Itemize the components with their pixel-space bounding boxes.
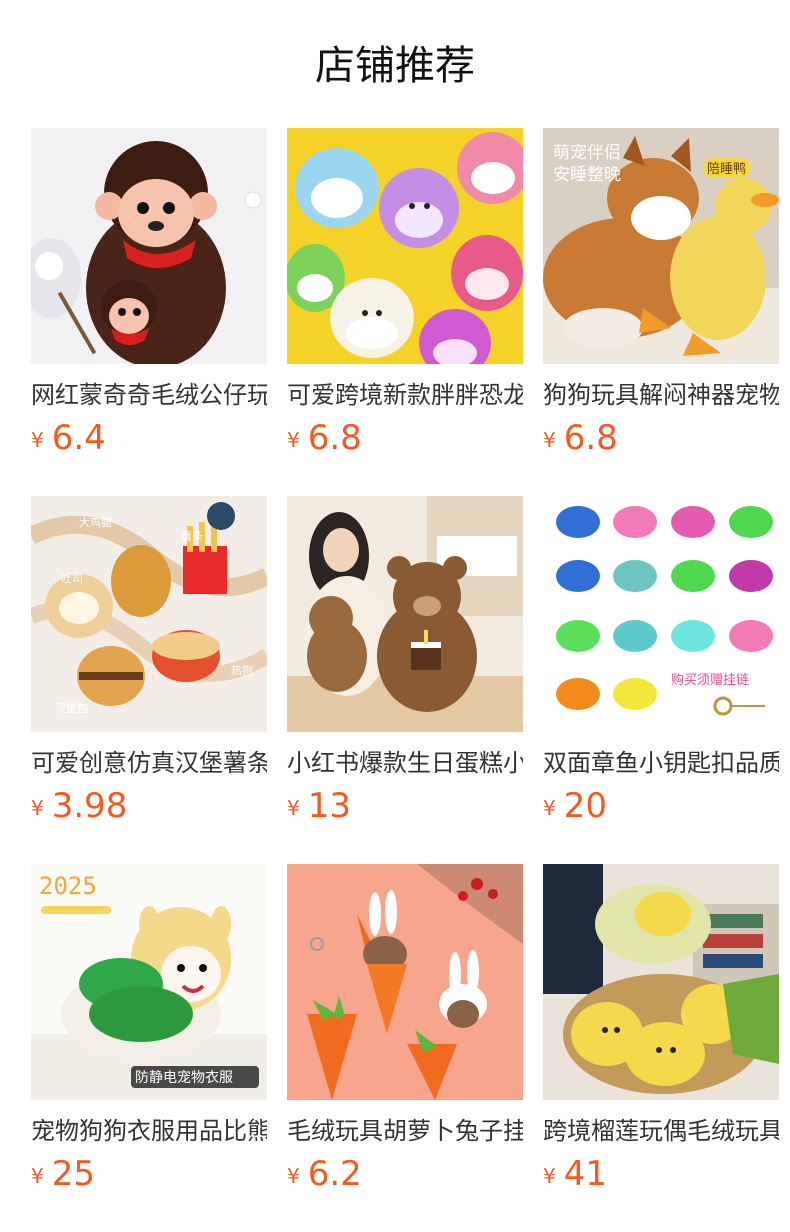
pet-clothes-image[interactable]: 2025 防静电宠物衣服 [31, 864, 267, 1100]
product-card[interactable]: 购买须赠挂链 双面章鱼小钥匙扣品质挂件 ¥20 [543, 496, 779, 836]
product-card[interactable]: 网红蒙奇奇毛绒公仔玩具 ¥6.4 [31, 128, 267, 468]
product-price: ¥20 [543, 784, 607, 828]
svg-text:吐司: 吐司 [61, 572, 83, 585]
currency-symbol: ¥ [287, 1164, 300, 1188]
price-value: 6.4 [51, 418, 106, 458]
product-card[interactable]: 萌宠伴侣 安睡整晚 陪睡鸭 狗狗玩具解闷神器宠物鸭子 ¥6.8 [543, 128, 779, 468]
svg-text:热狗: 热狗 [231, 664, 253, 677]
price-value: 13 [307, 786, 351, 826]
price-value: 6.2 [307, 1154, 362, 1194]
product-name[interactable]: 可爱创意仿真汉堡薯条挂件 [31, 746, 267, 780]
product-name[interactable]: 毛绒玩具胡萝卜兔子挂件 [287, 1114, 523, 1148]
product-card[interactable]: 小红书爆款生日蛋糕小熊公仔 ¥13 [287, 496, 523, 836]
currency-symbol: ¥ [543, 796, 556, 820]
product-price: ¥6.8 [543, 416, 618, 460]
svg-text:防静电宠物衣服: 防静电宠物衣服 [135, 1070, 233, 1086]
section-title: 店铺推荐 [315, 43, 475, 89]
currency-symbol: ¥ [543, 428, 556, 452]
product-name[interactable]: 宠物狗狗衣服用品比熊泰迪 [31, 1114, 267, 1148]
product-name[interactable]: 小红书爆款生日蛋糕小熊公仔 [287, 746, 523, 780]
product-name[interactable]: 狗狗玩具解闷神器宠物鸭子 [543, 378, 779, 412]
product-name[interactable]: 可爱跨境新款胖胖恐龙抱枕 [287, 378, 523, 412]
price-value: 25 [51, 1154, 95, 1194]
svg-text:2025: 2025 [39, 872, 97, 900]
product-card[interactable]: 2025 防静电宠物衣服 宠物狗狗衣服用品比熊泰迪 ¥25 [31, 864, 267, 1204]
product-card[interactable]: 大鸡腿 吐司 薯条 热狗 汉堡包 可爱创意仿真汉堡薯条挂件 ¥3.98 [31, 496, 267, 836]
product-card[interactable]: 跨境榴莲玩偶毛绒玩具抱枕 ¥41 [543, 864, 779, 1204]
product-card[interactable]: 毛绒玩具胡萝卜兔子挂件 ¥6.2 [287, 864, 523, 1204]
currency-symbol: ¥ [31, 428, 44, 452]
carrot-bunny-image[interactable] [287, 864, 523, 1100]
currency-symbol: ¥ [287, 796, 300, 820]
price-value: 6.8 [563, 418, 618, 458]
svg-text:大鸡腿: 大鸡腿 [79, 515, 112, 529]
overlay-text: 安睡整晚 [553, 165, 621, 185]
product-card[interactable]: 可爱跨境新款胖胖恐龙抱枕 ¥6.8 [287, 128, 523, 468]
product-price: ¥13 [287, 784, 351, 828]
currency-symbol: ¥ [31, 796, 44, 820]
product-name[interactable]: 双面章鱼小钥匙扣品质挂件 [543, 746, 779, 780]
dog-duck-toy-image[interactable]: 萌宠伴侣 安睡整晚 陪睡鸭 [543, 128, 779, 364]
currency-symbol: ¥ [543, 1164, 556, 1188]
currency-symbol: ¥ [31, 1164, 44, 1188]
svg-text:薯条: 薯条 [181, 529, 203, 543]
price-value: 3.98 [51, 786, 128, 826]
svg-text:汉堡包: 汉堡包 [55, 701, 88, 715]
product-price: ¥3.98 [31, 784, 127, 828]
octopus-keychain-image[interactable]: 购买须赠挂链 [543, 496, 779, 732]
product-price: ¥6.8 [287, 416, 362, 460]
price-value: 6.8 [307, 418, 362, 458]
price-value: 20 [563, 786, 607, 826]
price-value: 41 [563, 1154, 607, 1194]
currency-symbol: ¥ [287, 428, 300, 452]
overlay-text: 萌宠伴侣 [553, 143, 621, 163]
food-plush-keychain-image[interactable]: 大鸡腿 吐司 薯条 热狗 汉堡包 [31, 496, 267, 732]
product-price: ¥6.4 [31, 416, 106, 460]
durian-plush-image[interactable] [543, 864, 779, 1100]
monkey-plush-image[interactable] [31, 128, 267, 364]
product-price: ¥41 [543, 1152, 607, 1196]
product-name[interactable]: 跨境榴莲玩偶毛绒玩具抱枕 [543, 1114, 779, 1148]
overlay-text: 陪睡鸭 [707, 162, 746, 177]
birthday-bear-image[interactable] [287, 496, 523, 732]
product-name[interactable]: 网红蒙奇奇毛绒公仔玩具 [31, 378, 267, 412]
product-price: ¥6.2 [287, 1152, 362, 1196]
product-price: ¥25 [31, 1152, 95, 1196]
svg-text:购买须赠挂链: 购买须赠挂链 [671, 672, 749, 688]
squishy-plush-image[interactable] [287, 128, 523, 364]
